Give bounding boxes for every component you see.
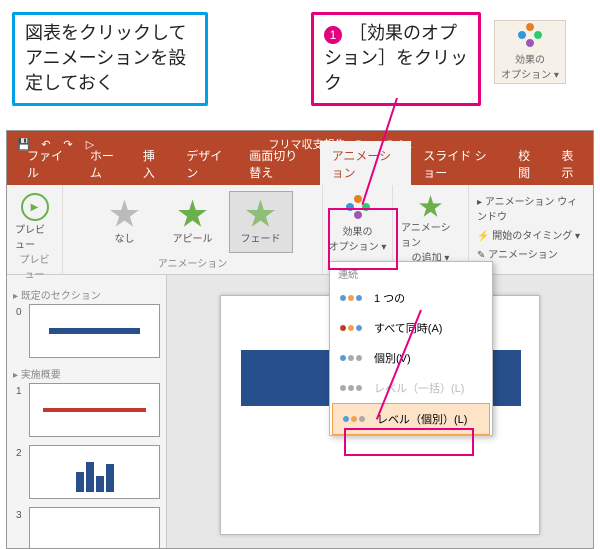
anim-fade-label: フェード bbox=[241, 230, 281, 245]
tab-transition[interactable]: 画面切り替え bbox=[237, 141, 319, 185]
anim-appear[interactable]: アピール bbox=[161, 191, 225, 253]
dropdown-all-at-once[interactable]: すべて同時(A) bbox=[330, 313, 492, 343]
slide-thumbnail-panel: ▸ 既定のセクション ▸ 実施概要 bbox=[7, 275, 167, 548]
star-icon bbox=[110, 200, 140, 230]
tab-view[interactable]: 表示 bbox=[550, 141, 593, 185]
tab-insert[interactable]: 挿入 bbox=[131, 141, 174, 185]
individual-icon bbox=[338, 349, 364, 367]
slide-thumb-2[interactable] bbox=[29, 445, 160, 499]
star-plus-icon bbox=[419, 195, 443, 219]
effect-options-label-1: 効果の bbox=[515, 51, 545, 66]
tab-file[interactable]: ファイル bbox=[15, 141, 78, 185]
section-overview[interactable]: ▸ 実施概要 bbox=[13, 366, 160, 381]
star-icon bbox=[246, 200, 276, 230]
level-batch-icon bbox=[338, 379, 364, 397]
effect-options-icon bbox=[518, 23, 542, 47]
anim-fade[interactable]: フェード bbox=[229, 191, 293, 253]
tab-slideshow[interactable]: スライド ショー bbox=[411, 141, 506, 185]
star-icon bbox=[178, 200, 208, 230]
one-object-icon bbox=[338, 289, 364, 307]
slide-thumb-1[interactable] bbox=[29, 383, 160, 437]
step-1-number: 1 bbox=[324, 26, 342, 44]
effect-options-dropdown: 連続 1 つの すべて同時(A) 個別(V) レベル（一括）(L) レベル（個別… bbox=[329, 261, 493, 436]
add-animation-label-1: アニメーション bbox=[401, 219, 460, 249]
animation-pane-button[interactable]: ▸ アニメーション ウィンドウ bbox=[477, 191, 585, 225]
dropdown-all-at-once-label: すべて同時(A) bbox=[374, 320, 442, 336]
level-individual-icon bbox=[341, 410, 367, 428]
dropdown-level-individual-label: レベル（個別）(L) bbox=[377, 411, 467, 427]
tab-review[interactable]: 校閲 bbox=[506, 141, 549, 185]
trigger-button[interactable]: ⚡ 開始のタイミング ▾ bbox=[477, 225, 585, 244]
step-1-callout: 1 ［効果のオプション］をクリック bbox=[311, 12, 481, 106]
ribbon: ▶ プレビュー プレビュー なし アピール フェード アニメー bbox=[7, 185, 593, 275]
powerpoint-window: 💾 ↶ ↷ ▷ フリマ収支報告 - PowerPoint ファイル ホーム 挿入… bbox=[6, 130, 594, 549]
effect-options-label-2: オプション ▾ bbox=[501, 66, 559, 81]
slide-thumb-0[interactable] bbox=[29, 304, 160, 358]
ribbon-group-preview: ▶ プレビュー プレビュー bbox=[7, 185, 63, 274]
editor-body: ▸ 既定のセクション ▸ 実施概要 4.実行委員会 実行委員長 長嶋修一 副委員… bbox=[7, 275, 593, 548]
tab-animation[interactable]: アニメーション bbox=[320, 141, 412, 185]
preview-icon: ▶ bbox=[21, 193, 49, 221]
section-default[interactable]: ▸ 既定のセクション bbox=[13, 287, 160, 302]
dropdown-one-object-label: 1 つの bbox=[374, 290, 405, 306]
animation-painter-button[interactable]: ✎ アニメーション bbox=[477, 244, 585, 263]
preview-group-label: プレビュー bbox=[15, 251, 54, 281]
highlight-level-individual bbox=[344, 428, 474, 456]
preview-label: プレビュー bbox=[15, 221, 54, 251]
highlight-effect-options bbox=[328, 208, 398, 270]
step-1-text: ［効果のオプション］をクリック bbox=[324, 23, 468, 93]
effect-options-ribbon-button-large[interactable]: 効果の オプション ▾ bbox=[494, 20, 566, 84]
dropdown-level-batch: レベル（一括）(L) bbox=[330, 373, 492, 403]
all-at-once-icon bbox=[338, 319, 364, 337]
anim-appear-label: アピール bbox=[173, 230, 213, 245]
tab-design[interactable]: デザイン bbox=[174, 141, 237, 185]
dropdown-individual[interactable]: 個別(V) bbox=[330, 343, 492, 373]
ribbon-tabs: ファイル ホーム 挿入 デザイン 画面切り替え アニメーション スライド ショー… bbox=[7, 157, 593, 185]
anim-none-label: なし bbox=[115, 230, 135, 245]
ribbon-group-animation: なし アピール フェード アニメーション bbox=[63, 185, 323, 274]
instruction-preset-animation: 図表をクリックしてアニメーションを設定しておく bbox=[12, 12, 208, 106]
dropdown-individual-label: 個別(V) bbox=[374, 350, 411, 366]
tab-home[interactable]: ホーム bbox=[78, 141, 131, 185]
animation-group-label: アニメーション bbox=[158, 255, 228, 270]
add-animation-button[interactable]: アニメーション の追加 ▾ bbox=[401, 189, 460, 264]
dropdown-one-object[interactable]: 1 つの bbox=[330, 283, 492, 313]
slide-thumb-3[interactable] bbox=[29, 507, 160, 548]
preview-button[interactable]: ▶ プレビュー bbox=[15, 189, 54, 251]
anim-none[interactable]: なし bbox=[93, 191, 157, 253]
